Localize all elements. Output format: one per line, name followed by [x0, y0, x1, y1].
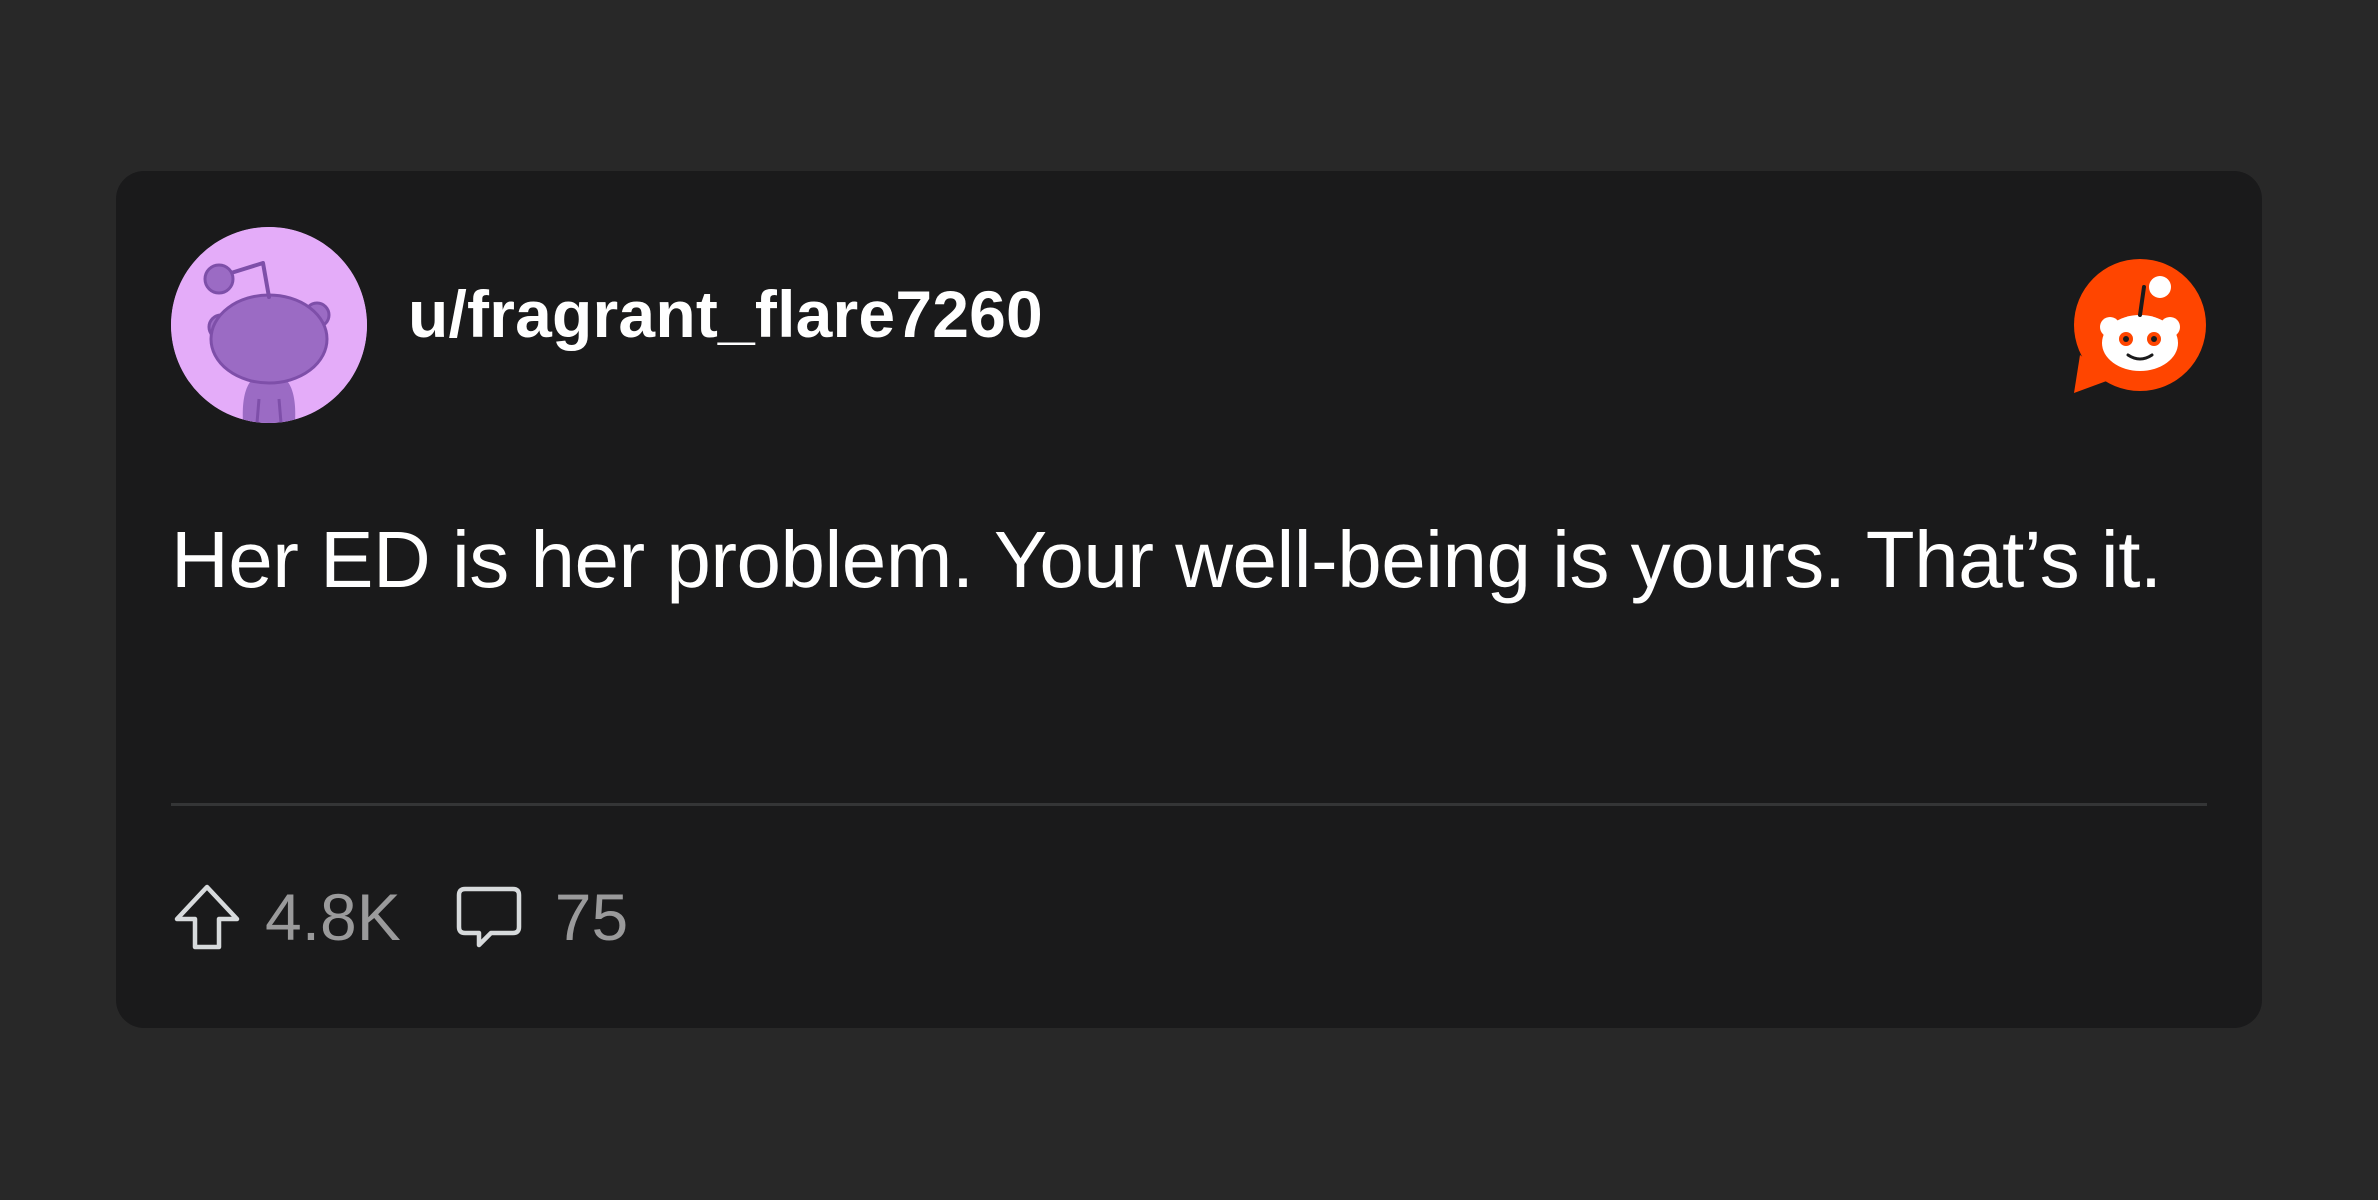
divider	[171, 803, 2207, 806]
upvote-count: 4.8K	[265, 880, 401, 954]
post-author[interactable]: u/fragrant_flare7260	[408, 281, 1043, 347]
post-body: Her ED is her problem. Your well-being i…	[171, 515, 2162, 604]
comment-count: 75	[554, 880, 629, 954]
upvote-arrow-icon[interactable]	[171, 881, 243, 953]
reddit-logo-icon	[2072, 259, 2208, 395]
snoo-avatar-icon[interactable]	[171, 227, 367, 423]
post-card: u/fragrant_flare7260 Her ED is her probl…	[116, 171, 2262, 1028]
comment-bubble-icon[interactable]	[453, 881, 525, 953]
post-footer: 4.8K 75	[171, 877, 628, 957]
